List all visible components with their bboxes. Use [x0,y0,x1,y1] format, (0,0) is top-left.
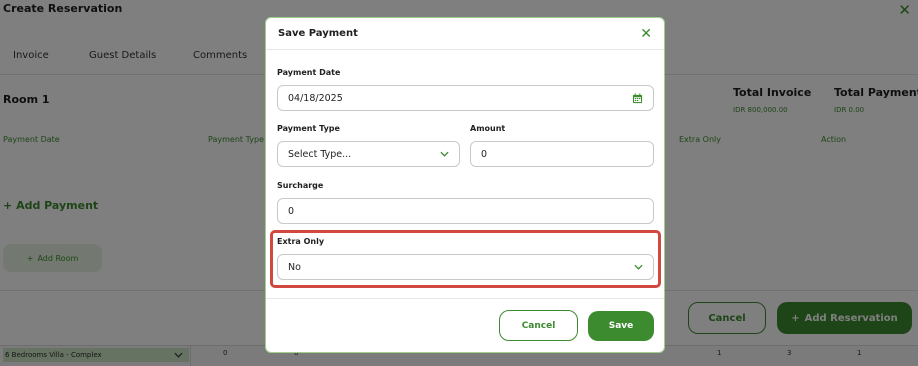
modal-title: Save Payment [278,28,358,39]
extra-only-highlight [270,230,661,288]
payment-type-select[interactable]: Select Type... [277,141,460,167]
modal-footer-divider [266,298,664,299]
surcharge-input[interactable]: 0 [277,198,654,224]
close-icon[interactable]: ✕ [640,27,652,41]
amount-label: Amount [470,124,506,133]
save-payment-modal: Save Payment ✕ Payment Date 04/18/2025 P… [265,17,665,353]
surcharge-value: 0 [288,205,295,217]
chevron-down-icon [440,151,449,157]
amount-input[interactable]: 0 [470,141,654,167]
payment-date-input[interactable]: 04/18/2025 [277,85,654,111]
modal-header: Save Payment ✕ [266,18,664,50]
payment-type-label: Payment Type [277,124,340,133]
amount-value: 0 [481,148,488,160]
calendar-icon[interactable] [632,92,643,104]
save-button[interactable]: Save [588,311,654,341]
payment-date-label: Payment Date [277,68,341,77]
payment-type-value: Select Type... [288,148,352,160]
payment-date-value: 04/18/2025 [288,92,343,104]
cancel-button[interactable]: Cancel [499,310,578,341]
surcharge-label: Surcharge [277,181,324,190]
